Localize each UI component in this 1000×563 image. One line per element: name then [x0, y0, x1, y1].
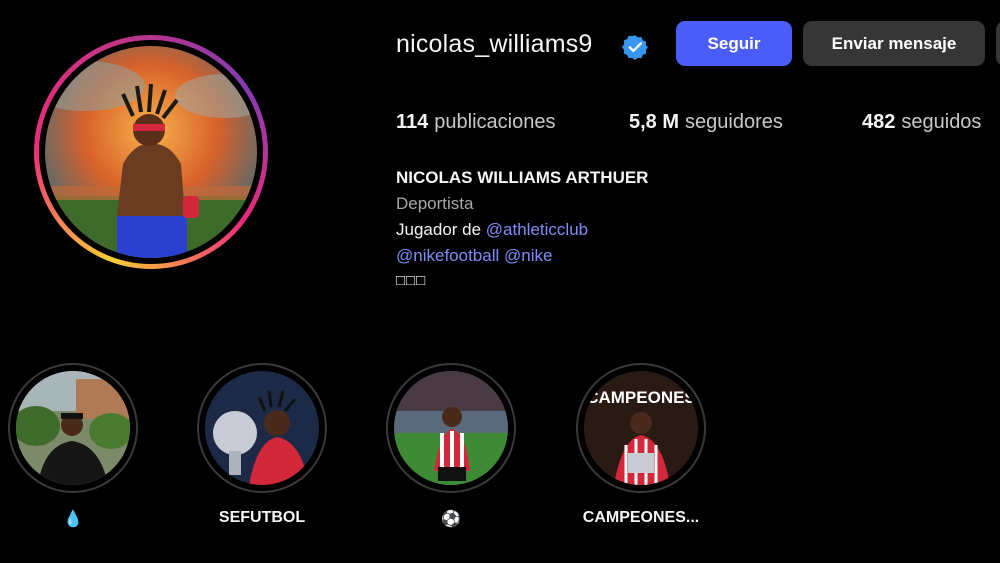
full-name: NICOLAS WILLIAMS ARTHUER: [396, 168, 649, 187]
following-label: seguidos: [901, 111, 982, 133]
highlight-label-water-drop-icon: 💧: [63, 511, 83, 528]
mention-link-nikefootball[interactable]: @nikefootball: [396, 246, 499, 265]
highlight-ring[interactable]: CAMPEONES: [576, 363, 706, 493]
highlight-item[interactable]: CAMPEONES CAMPEONES...: [576, 363, 706, 527]
stat-followers[interactable]: 5,8 Mseguidores: [629, 111, 783, 134]
posts-count: 114: [396, 111, 429, 133]
send-message-button[interactable]: Enviar mensaje: [803, 21, 985, 66]
profile-avatar-story-ring[interactable]: [34, 35, 268, 269]
follow-button[interactable]: Seguir: [676, 21, 792, 66]
bio-line-2: @nikefootball @nike: [396, 246, 552, 266]
highlight-cover: [16, 371, 130, 485]
highlight-cover: [394, 371, 508, 485]
suggested-accounts-button[interactable]: [996, 21, 1000, 66]
mention-link-nike[interactable]: @nike: [504, 246, 552, 265]
avatar[interactable]: [45, 46, 257, 258]
highlight-cover-text: CAMPEONES: [586, 388, 696, 407]
username: nicolas_williams9: [396, 30, 593, 58]
stat-following[interactable]: 482 seguidos: [862, 111, 981, 134]
mention-link-athleticclub[interactable]: @athleticclub: [486, 220, 588, 239]
bio-line-3: □□□: [396, 272, 427, 289]
following-count: 482: [862, 111, 896, 133]
profile-category: Deportista: [396, 194, 474, 213]
posts-label: publicaciones: [434, 111, 556, 133]
stat-posts: 114 publicaciones: [396, 111, 555, 134]
highlight-label: SEFUTBOL: [218, 509, 306, 526]
profile-page: nicolas_williams9 Seguir Enviar mensaje …: [0, 0, 1000, 563]
highlight-ring[interactable]: [386, 363, 516, 493]
followers-count: 5,8 M: [629, 111, 680, 133]
highlight-item[interactable]: 💧: [8, 363, 138, 529]
highlight-ring[interactable]: [197, 363, 327, 493]
highlight-label: CAMPEONES...: [582, 509, 700, 526]
followers-label: seguidores: [685, 111, 783, 133]
highlight-label-soccer-ball-icon: ⚽: [441, 511, 461, 528]
highlight-item[interactable]: ⚽: [386, 363, 516, 529]
highlight-item[interactable]: SEFUTBOL: [197, 363, 327, 527]
highlight-cover: CAMPEONES: [584, 371, 698, 485]
highlight-ring[interactable]: [8, 363, 138, 493]
highlight-cover: [205, 371, 319, 485]
verified-badge-icon: [622, 34, 648, 60]
bio-text: Jugador de: [396, 220, 486, 239]
bio-line-1: Jugador de @athleticclub: [396, 220, 588, 240]
